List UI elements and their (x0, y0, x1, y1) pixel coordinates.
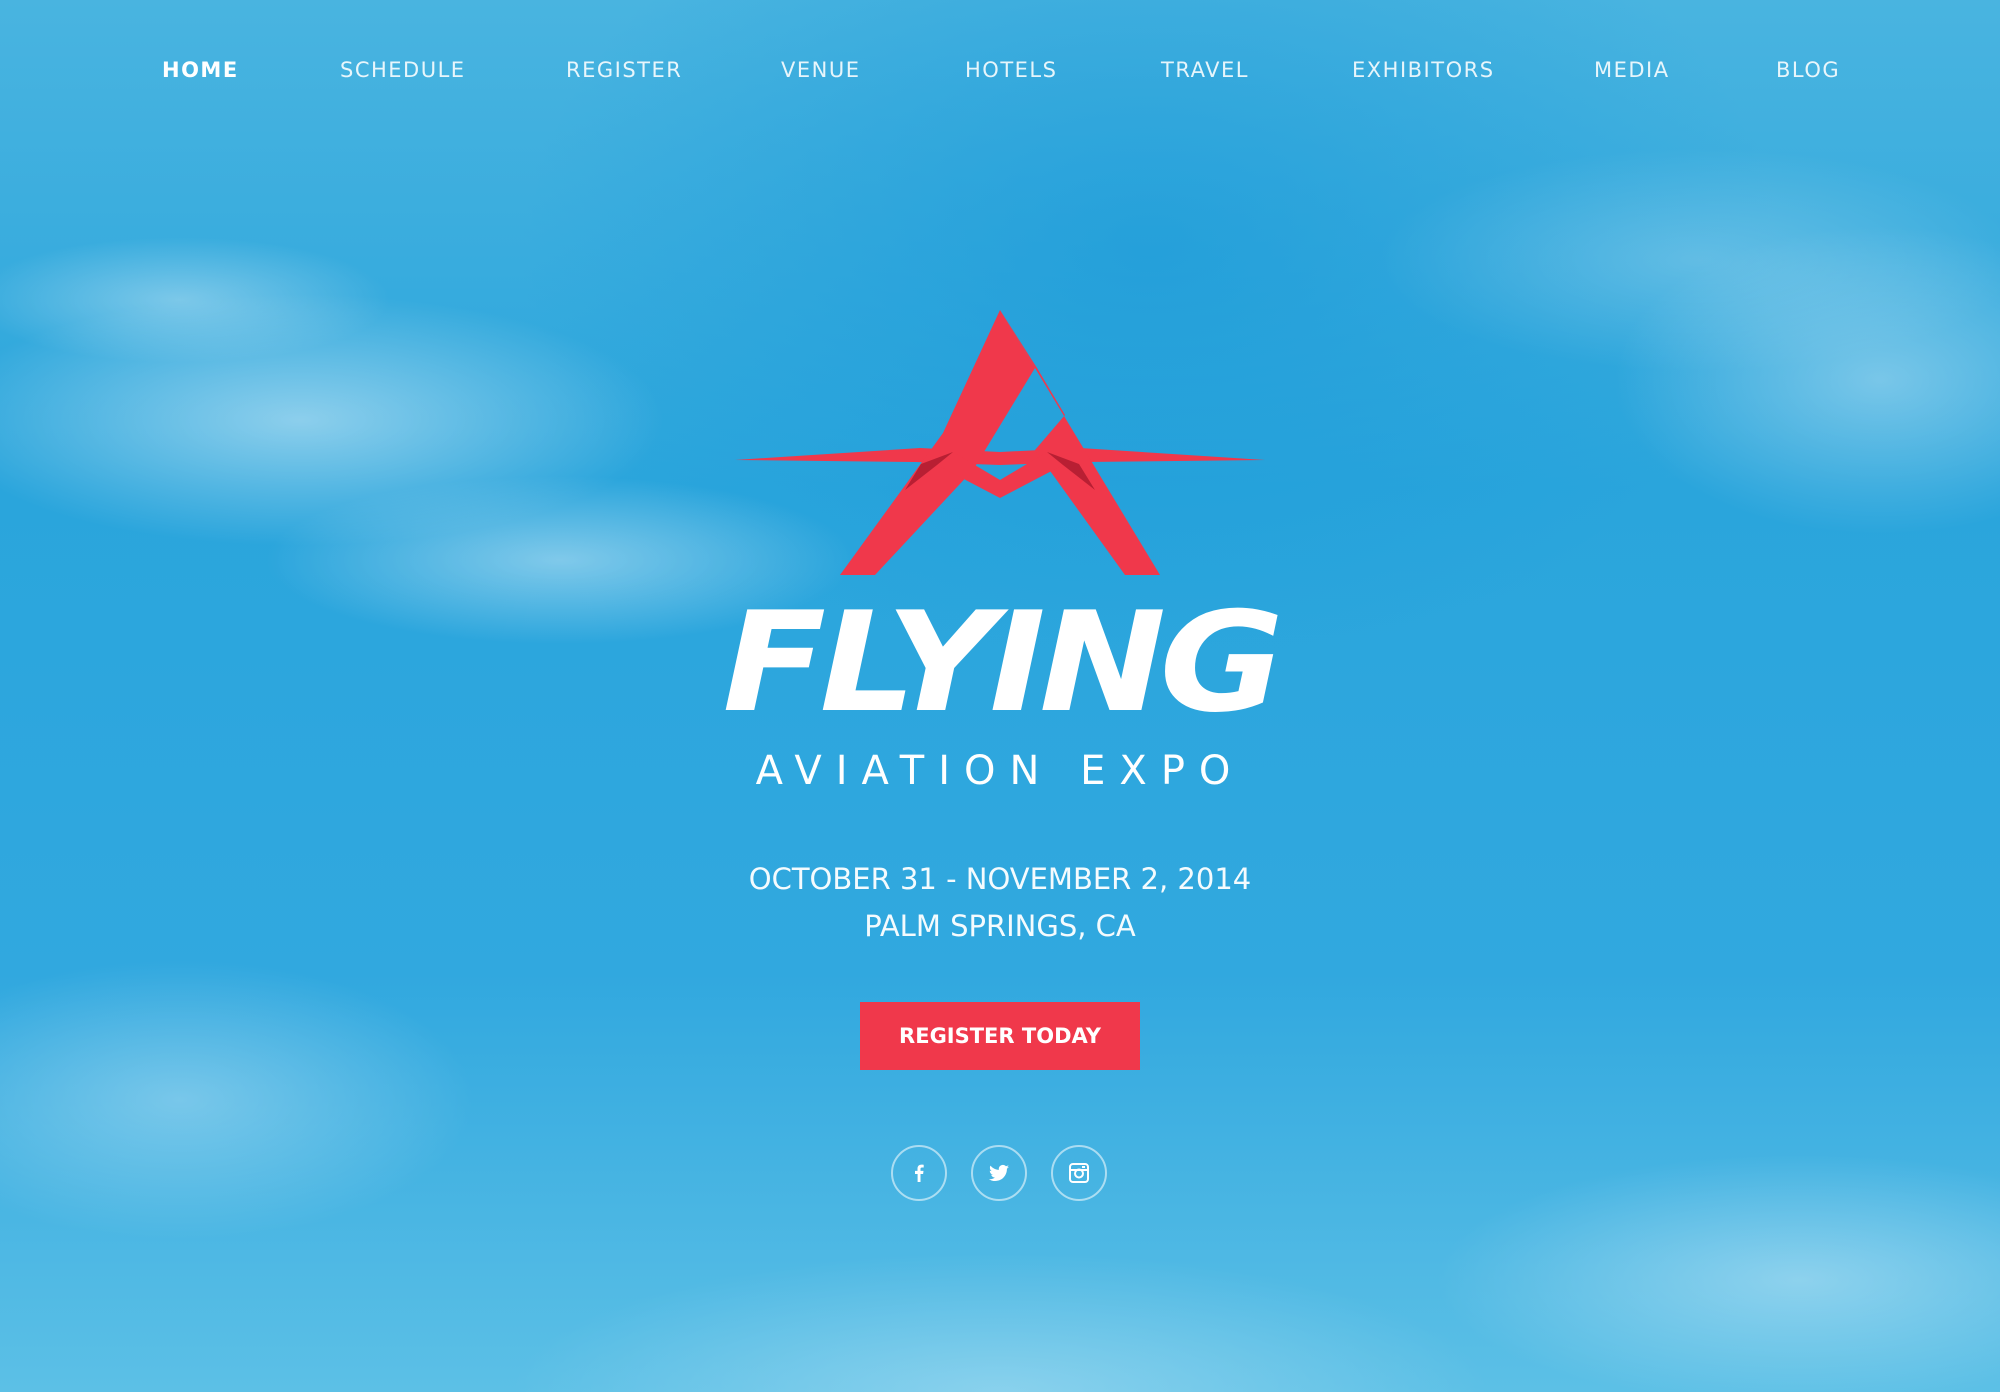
nav-item-schedule[interactable]: SCHEDULE (340, 58, 466, 82)
wordmark-text: FLYING (723, 585, 1279, 735)
nav-item-hotels[interactable]: HOTELS (965, 58, 1057, 82)
facebook-link[interactable] (891, 1145, 947, 1201)
facebook-icon (915, 1164, 924, 1182)
plane-a-logo-icon (735, 310, 1265, 575)
event-location: PALM SPRINGS, CA (864, 909, 1136, 943)
nav-item-register[interactable]: REGISTER (566, 58, 682, 82)
nav-item-venue[interactable]: VENUE (781, 58, 860, 82)
main-nav: HOME SCHEDULE REGISTER VENUE HOTELS TRAV… (0, 58, 2000, 98)
nav-item-home[interactable]: HOME (162, 58, 239, 82)
expo-subtitle: AVIATION EXPO (755, 748, 1245, 794)
event-dates: OCTOBER 31 - NOVEMBER 2, 2014 (748, 862, 1252, 896)
nav-item-exhibitors[interactable]: EXHIBITORS (1352, 58, 1495, 82)
nav-item-blog[interactable]: BLOG (1776, 58, 1840, 82)
instagram-link[interactable] (1051, 1145, 1107, 1201)
register-today-button[interactable]: REGISTER TODAY (860, 1002, 1140, 1070)
instagram-icon (1069, 1163, 1089, 1183)
twitter-icon (988, 1164, 1009, 1181)
nav-item-media[interactable]: MEDIA (1594, 58, 1670, 82)
nav-item-travel[interactable]: TRAVEL (1161, 58, 1249, 82)
twitter-link[interactable] (971, 1145, 1027, 1201)
flying-wordmark: FLYING (723, 585, 1285, 735)
